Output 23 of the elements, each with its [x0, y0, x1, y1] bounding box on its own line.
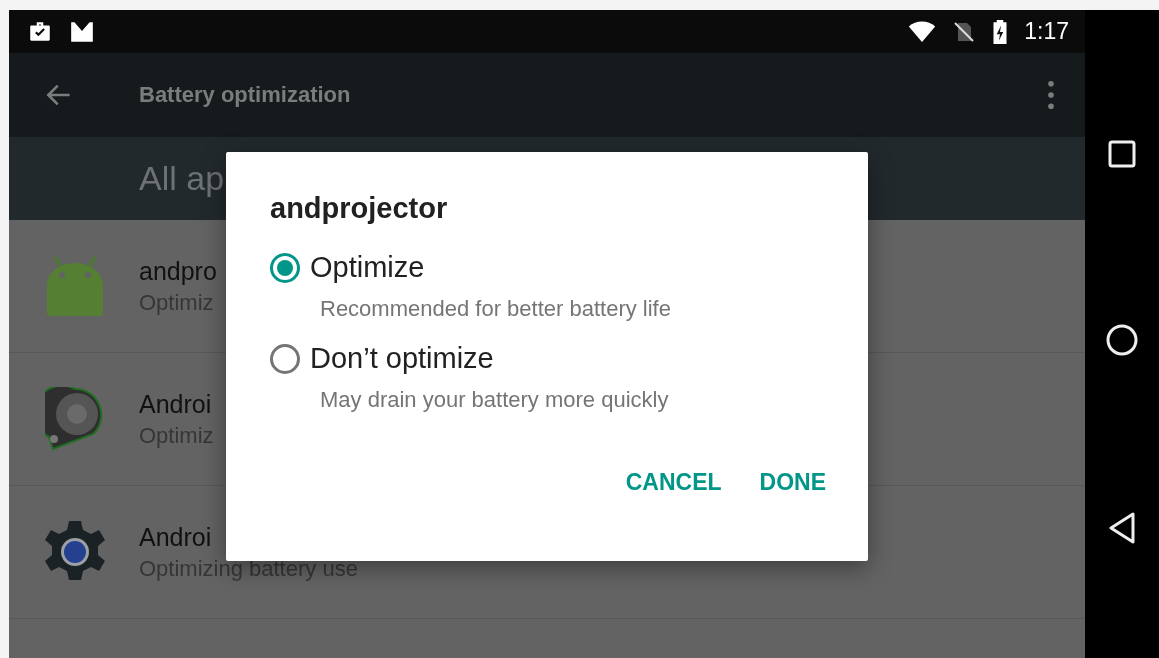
android-icon [45, 255, 105, 317]
dialog-button[interactable]: CANCEL [613, 461, 734, 504]
app-name: Androi [139, 389, 213, 419]
back-triangle-icon[interactable] [1108, 512, 1136, 544]
projector-icon [45, 387, 105, 451]
option-label[interactable]: Don’t optimize [310, 342, 494, 375]
header-title: All ap [139, 159, 225, 198]
option-description: May drain your battery more quickly [320, 387, 670, 413]
option-description: Recommended for better battery life [320, 296, 672, 322]
option-label[interactable]: Optimize [310, 251, 425, 284]
battery-charging-icon [992, 18, 1009, 45]
home-circle-icon[interactable] [1106, 324, 1138, 356]
dialog-button[interactable]: DONE [747, 461, 838, 504]
toolbar-title: Battery optimization [139, 82, 352, 108]
recents-square-icon[interactable] [1108, 140, 1136, 168]
wifi-icon [908, 20, 937, 43]
radio-button[interactable] [270, 252, 300, 283]
dialog-title: andprojector [270, 192, 449, 225]
radio-button[interactable] [270, 343, 300, 374]
app-name: andpro [139, 256, 217, 286]
status-time: 1:17 [1024, 18, 1069, 45]
app-name: Androi [139, 522, 213, 552]
more-options-icon[interactable] [1047, 80, 1055, 110]
